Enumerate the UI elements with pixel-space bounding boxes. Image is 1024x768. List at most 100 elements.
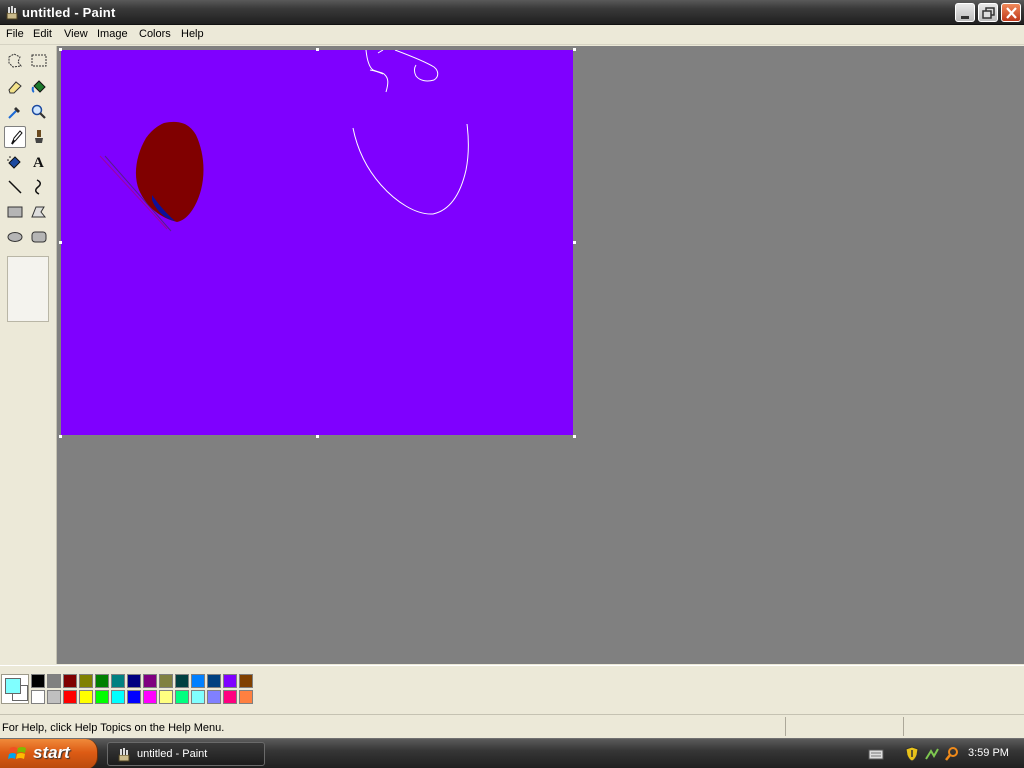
palette-swatch[interactable] xyxy=(239,690,253,704)
palette-swatch[interactable] xyxy=(207,690,221,704)
rectangle-select-icon xyxy=(31,54,47,67)
taskbar-button-paint[interactable]: untitled - Paint xyxy=(107,742,265,766)
curve-tool[interactable] xyxy=(28,176,50,198)
palette-swatch[interactable] xyxy=(159,674,173,688)
palette-swatch[interactable] xyxy=(175,674,189,688)
polygon-icon xyxy=(31,206,47,218)
svg-text:A: A xyxy=(33,155,44,171)
pencil-icon xyxy=(11,130,23,145)
line-icon xyxy=(8,180,22,194)
palette-swatch[interactable] xyxy=(111,690,125,704)
menu-file[interactable]: File xyxy=(4,28,26,40)
taskbar: start untitled - Paint 3:59 PM xyxy=(0,738,1024,768)
palette-swatch[interactable] xyxy=(127,674,141,688)
status-bar: For Help, click Help Topics on the Help … xyxy=(0,714,1024,738)
canvas-background xyxy=(61,50,573,435)
ellipse-tool[interactable] xyxy=(4,226,26,248)
status-help-text: For Help, click Help Topics on the Help … xyxy=(2,722,225,734)
palette-swatch[interactable] xyxy=(143,690,157,704)
pencil-tool[interactable] xyxy=(4,126,26,148)
restore-button[interactable] xyxy=(978,3,998,22)
start-button[interactable]: start xyxy=(0,739,98,768)
resize-handle[interactable] xyxy=(573,435,576,438)
palette-swatch[interactable] xyxy=(47,690,61,704)
menu-image[interactable]: Image xyxy=(95,28,130,40)
magnifier-tool[interactable] xyxy=(28,101,50,123)
resize-handle[interactable] xyxy=(316,435,319,438)
menu-colors[interactable]: Colors xyxy=(137,28,173,40)
resize-handle[interactable] xyxy=(316,48,319,51)
start-label: start xyxy=(33,743,70,762)
airbrush-icon xyxy=(7,156,21,169)
rectangle-select-tool[interactable] xyxy=(28,50,50,72)
tool-options-panel[interactable] xyxy=(7,256,49,322)
rounded-rectangle-tool[interactable] xyxy=(28,226,50,248)
foreground-color-swatch[interactable] xyxy=(5,678,21,694)
rounded-rectangle-icon xyxy=(31,231,47,243)
free-form-select-tool[interactable] xyxy=(4,50,26,72)
canvas-workspace[interactable] xyxy=(57,46,1024,664)
palette-swatch[interactable] xyxy=(143,674,157,688)
search-icon[interactable] xyxy=(944,746,960,762)
menu-help[interactable]: Help xyxy=(179,28,206,40)
paint-brush-icon xyxy=(5,5,19,20)
pick-color-tool[interactable] xyxy=(4,101,26,123)
toolbox: A xyxy=(0,46,57,664)
palette-swatch[interactable] xyxy=(31,690,45,704)
palette-swatch[interactable] xyxy=(47,674,61,688)
system-tray: 3:59 PM xyxy=(860,739,1024,768)
brush-icon xyxy=(35,130,43,143)
resize-handle[interactable] xyxy=(59,48,62,51)
brush-tool[interactable] xyxy=(28,126,50,148)
palette-swatch[interactable] xyxy=(79,674,93,688)
palette-swatch[interactable] xyxy=(207,674,221,688)
ellipse-icon xyxy=(7,232,23,242)
security-shield-icon[interactable] xyxy=(904,746,920,762)
menu-edit[interactable]: Edit xyxy=(31,28,54,40)
fill-bucket-tool[interactable] xyxy=(28,76,50,98)
paint-brush-icon xyxy=(118,748,130,762)
text-tool[interactable]: A xyxy=(28,151,50,173)
text-icon: A xyxy=(33,155,44,171)
palette-swatch[interactable] xyxy=(239,674,253,688)
close-button[interactable] xyxy=(1001,3,1021,22)
menu-view[interactable]: View xyxy=(62,28,90,40)
line-tool[interactable] xyxy=(4,176,26,198)
status-cell-size xyxy=(903,717,1021,736)
palette-swatch[interactable] xyxy=(223,674,237,688)
keyboard-icon[interactable] xyxy=(868,746,884,762)
fill-bucket-icon xyxy=(31,80,46,93)
palette-swatch[interactable] xyxy=(79,690,93,704)
eraser-icon xyxy=(8,81,22,94)
resize-handle[interactable] xyxy=(573,48,576,51)
menu-bar: File Edit View Image Colors Help xyxy=(0,25,1024,45)
palette-swatch[interactable] xyxy=(111,674,125,688)
palette-swatch[interactable] xyxy=(159,690,173,704)
palette-swatch[interactable] xyxy=(95,674,109,688)
palette-swatch[interactable] xyxy=(63,690,77,704)
palette-swatch[interactable] xyxy=(191,690,205,704)
palette-swatch[interactable] xyxy=(31,674,45,688)
rectangle-icon xyxy=(7,206,23,218)
resize-handle[interactable] xyxy=(573,241,576,244)
palette-swatch[interactable] xyxy=(63,674,77,688)
palette-swatch[interactable] xyxy=(223,690,237,704)
resize-handle[interactable] xyxy=(59,241,62,244)
palette-swatch[interactable] xyxy=(127,690,141,704)
polygon-tool[interactable] xyxy=(28,201,50,223)
palette-swatch[interactable] xyxy=(95,690,109,704)
network-icon[interactable] xyxy=(924,746,940,762)
rectangle-tool[interactable] xyxy=(4,201,26,223)
palette-swatch[interactable] xyxy=(191,674,205,688)
palette-swatch[interactable] xyxy=(175,690,189,704)
drawing-canvas[interactable] xyxy=(61,49,573,435)
airbrush-tool[interactable] xyxy=(4,151,26,173)
current-colors[interactable] xyxy=(1,674,29,704)
resize-handle[interactable] xyxy=(59,435,62,438)
title-bar[interactable]: untitled - Paint xyxy=(0,0,1024,25)
eraser-tool[interactable] xyxy=(4,76,26,98)
taskbar-button-label: untitled - Paint xyxy=(137,748,208,760)
status-cell-position xyxy=(785,717,903,736)
minimize-button[interactable] xyxy=(955,3,975,22)
window-title: untitled - Paint xyxy=(22,5,116,20)
